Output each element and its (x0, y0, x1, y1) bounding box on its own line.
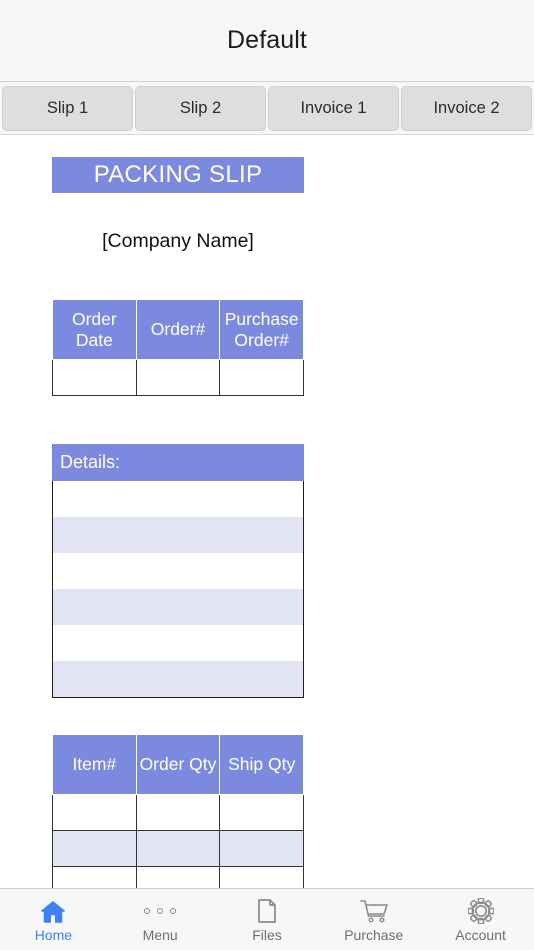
order-table-header-row: Order Date Order# Purchase Order# (52, 299, 304, 360)
items-table: Item# Order Qty Ship Qty (52, 734, 304, 903)
items-cell-ship-qty[interactable] (219, 830, 304, 867)
details-row[interactable] (53, 661, 303, 697)
details-row[interactable] (53, 553, 303, 589)
items-cell-order-qty[interactable] (135, 830, 221, 867)
banner-title: PACKING SLIP (93, 161, 263, 188)
table-row[interactable] (52, 794, 304, 831)
nav-item-menu[interactable]: Menu (107, 889, 214, 950)
nav-item-purchase[interactable]: Purchase (320, 889, 427, 950)
details-body (52, 481, 304, 698)
order-table-body (52, 359, 304, 396)
document-icon (256, 898, 278, 924)
page-title: Default (227, 26, 307, 54)
table-row[interactable] (52, 359, 304, 396)
details-row[interactable] (53, 517, 303, 553)
order-table-head: Order Date Order# Purchase Order# (52, 299, 304, 360)
items-cell-item-number[interactable] (52, 794, 137, 831)
company-name: [Company Name] (102, 230, 254, 252)
cart-icon (359, 898, 389, 924)
details-header: Details: (52, 444, 304, 481)
order-table: Order Date Order# Purchase Order# (52, 299, 304, 396)
bottom-navigation-bar: Home Menu Files Purchase Account (0, 888, 534, 950)
tab-slip-1[interactable]: Slip 1 (2, 85, 133, 131)
tab-invoice-2[interactable]: Invoice 2 (401, 85, 532, 131)
nav-label-menu: Menu (142, 926, 178, 943)
table-row[interactable] (52, 830, 304, 867)
order-col-order-number: Order# (135, 299, 221, 360)
order-cell-purchase-order[interactable] (219, 359, 304, 396)
items-col-item-number: Item# (52, 734, 137, 795)
order-col-purchase-order: Purchase Order# (219, 299, 304, 360)
nav-label-purchase: Purchase (344, 926, 404, 943)
details-row[interactable] (53, 625, 303, 661)
packing-slip-banner: PACKING SLIP (52, 157, 304, 193)
items-table-header-row: Item# Order Qty Ship Qty (52, 734, 304, 795)
order-cell-order-date[interactable] (52, 359, 137, 396)
items-col-ship-qty: Ship Qty (219, 734, 304, 795)
dots-icon (144, 898, 177, 924)
nav-item-files[interactable]: Files (214, 889, 321, 950)
gear-icon (467, 897, 494, 924)
tab-invoice-1[interactable]: Invoice 1 (268, 85, 399, 131)
details-section: Details: (52, 444, 304, 698)
title-bar: Default (0, 0, 534, 82)
app-window: Default Slip 1 Slip 2 Invoice 1 Invoice 2 P… (0, 0, 534, 950)
nav-item-account[interactable]: Account (427, 889, 534, 950)
document-canvas: PACKING SLIP [Company Name] Order Date O… (0, 135, 534, 950)
home-icon (40, 898, 66, 924)
items-cell-item-number[interactable] (52, 830, 137, 867)
order-cell-order-number[interactable] (135, 359, 221, 396)
nav-label-files: Files (252, 926, 282, 943)
items-col-order-qty: Order Qty (135, 734, 221, 795)
tab-slip-2[interactable]: Slip 2 (135, 85, 266, 131)
order-col-order-date: Order Date (52, 299, 137, 360)
nav-label-home: Home (34, 926, 73, 943)
items-cell-order-qty[interactable] (135, 794, 221, 831)
nav-label-account: Account (455, 926, 506, 943)
nav-item-home[interactable]: Home (0, 889, 107, 950)
details-label: Details: (60, 452, 121, 472)
items-cell-ship-qty[interactable] (219, 794, 304, 831)
items-table-head: Item# Order Qty Ship Qty (52, 734, 304, 795)
items-table-body (52, 794, 304, 903)
tab-bar: Slip 1 Slip 2 Invoice 1 Invoice 2 (0, 82, 534, 135)
details-row[interactable] (53, 589, 303, 625)
details-row[interactable] (53, 481, 303, 517)
